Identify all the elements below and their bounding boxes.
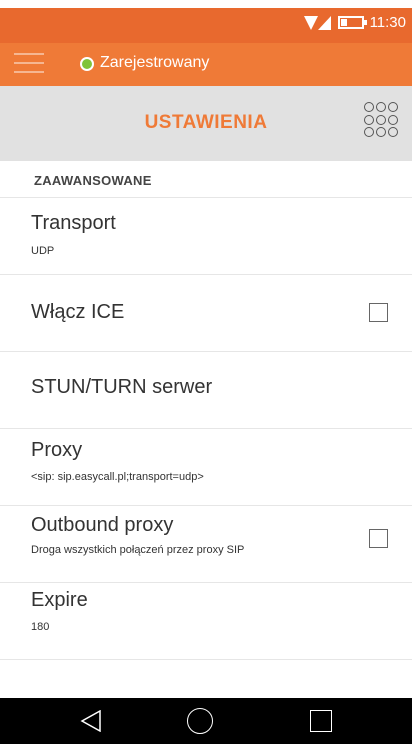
wifi-signal-icon [303, 15, 331, 30]
setting-title: Proxy [31, 439, 83, 461]
registration-status-text: Zarejestrowany [100, 54, 210, 71]
registration-bar: Zarejestrowany [0, 43, 412, 86]
setting-stun-turn[interactable]: STUN/TURN serwer [0, 352, 412, 429]
setting-subtitle: UDP [31, 245, 55, 257]
ice-checkbox[interactable] [369, 303, 388, 322]
menu-icon[interactable] [14, 53, 44, 77]
status-icons: 11:30 [303, 14, 406, 31]
setting-expire[interactable]: Expire 180 [0, 583, 412, 660]
section-title: ZAAWANSOWANE [34, 173, 152, 188]
battery-icon [337, 16, 367, 29]
setting-proxy[interactable]: Proxy <sip: sip.easycall.pl;transport=ud… [0, 429, 412, 506]
setting-outbound-proxy[interactable]: Outbound proxy Droga wszystkich połączeń… [0, 506, 412, 583]
setting-transport[interactable]: Transport UDP [0, 198, 412, 275]
setting-title: STUN/TURN serwer [31, 376, 213, 398]
section-header-advanced: ZAAWANSOWANE [0, 161, 412, 198]
setting-subtitle: Droga wszystkich połączeń przez proxy SI… [31, 544, 245, 556]
back-icon[interactable] [80, 710, 102, 732]
setting-title: Włącz ICE [31, 301, 125, 323]
setting-ice[interactable]: Włącz ICE [0, 275, 412, 352]
home-icon[interactable] [187, 708, 213, 734]
setting-subtitle: <sip: sip.easycall.pl;transport=udp> [31, 471, 204, 483]
registration-status-dot-icon [80, 57, 94, 71]
page-title: USTAWIENIA [144, 112, 268, 133]
dialpad-grid-icon[interactable] [364, 102, 400, 138]
status-time: 11:30 [369, 14, 406, 31]
recent-apps-icon[interactable] [310, 710, 332, 732]
page-header: USTAWIENIA [0, 86, 412, 161]
setting-title: Transport [31, 212, 116, 234]
navigation-bar [0, 698, 412, 744]
setting-subtitle: 180 [31, 621, 50, 633]
setting-title: Expire [31, 589, 88, 611]
outbound-proxy-checkbox[interactable] [369, 529, 388, 548]
setting-title: Outbound proxy [31, 514, 174, 536]
status-bar: 11:30 [0, 0, 412, 43]
